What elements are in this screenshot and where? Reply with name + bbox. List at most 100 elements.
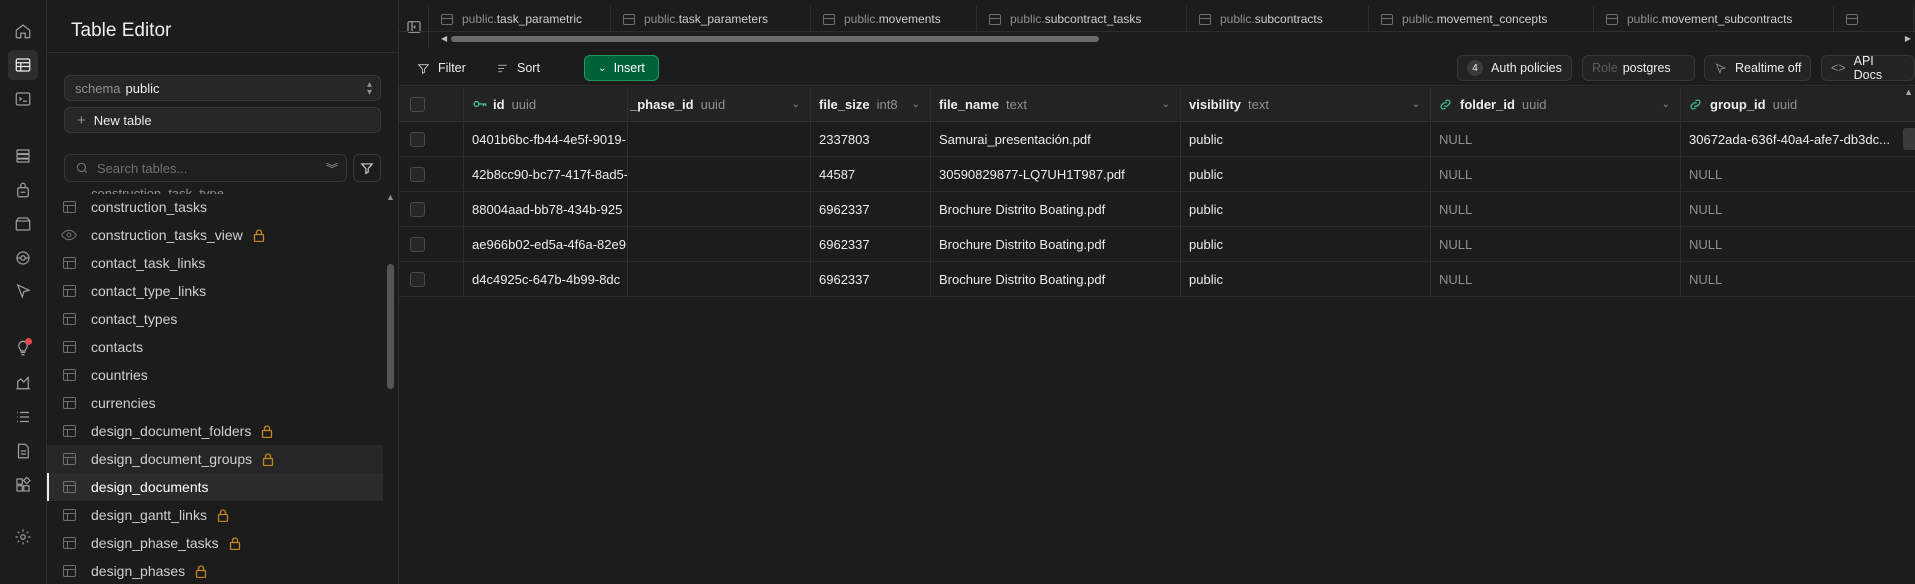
cell-file-name[interactable]: Brochure Distrito Boating.pdf	[931, 262, 1181, 296]
cell-file-size[interactable]: 44587	[811, 157, 931, 191]
table-row[interactable]: d4c4925c-647b-4b99-8dc 6962337 Brochure …	[399, 262, 1915, 297]
cell-visibility[interactable]: public	[1181, 227, 1431, 261]
tab-subcontracts[interactable]: public. subcontracts	[1187, 6, 1369, 32]
table-row[interactable]: 42b8cc90-bc77-417f-8ad5- 44587 305908298…	[399, 157, 1915, 192]
table-list-item[interactable]: design_document_groups	[47, 445, 383, 473]
chevron-down-icon[interactable]: ⌄	[792, 99, 800, 110]
column-header-visibility[interactable]: visibility text ⌄	[1181, 87, 1431, 121]
row-checkbox[interactable]	[410, 236, 425, 252]
tab-movement-concepts[interactable]: public. movement_concepts	[1369, 6, 1594, 32]
cell-group-id[interactable]: NULL	[1681, 227, 1915, 261]
realtime-icon[interactable]	[11, 246, 35, 270]
table-list-item[interactable]: contact_type_links	[47, 277, 383, 305]
cell-phase-id[interactable]	[628, 157, 811, 191]
select-all-checkbox[interactable]	[410, 96, 425, 112]
scroll-left-arrow-icon[interactable]: ◀	[441, 34, 447, 43]
table-list-item[interactable]: countries	[47, 361, 383, 389]
storage-icon[interactable]	[11, 212, 35, 236]
cell-phase-id[interactable]	[628, 122, 811, 156]
chevron-down-icon[interactable]: ⌄	[912, 99, 920, 110]
table-row[interactable]: ae966b02-ed5a-4f6a-82e9 6962337 Brochure…	[399, 227, 1915, 262]
cell-folder-id[interactable]: NULL	[1431, 262, 1681, 296]
integrations-icon[interactable]	[11, 473, 35, 497]
expand-handle[interactable]	[1903, 128, 1915, 150]
chevron-down-icon[interactable]: ⌄	[1162, 99, 1170, 110]
table-editor-icon[interactable]	[8, 50, 38, 80]
cell-folder-id[interactable]: NULL	[1431, 157, 1681, 191]
scroll-right-arrow-icon[interactable]: ▶	[1905, 34, 1911, 43]
table-list-item[interactable]: currencies	[47, 389, 383, 417]
cell-phase-id[interactable]	[628, 227, 811, 261]
schema-selector[interactable]: schema public ▴ ▾	[64, 75, 381, 101]
cell-folder-id[interactable]: NULL	[1431, 227, 1681, 261]
cell-group-id[interactable]: NULL	[1681, 192, 1915, 226]
row-checkbox[interactable]	[410, 271, 425, 287]
cell-id[interactable]: 88004aad-bb78-434b-925	[464, 192, 628, 226]
cell-group-id[interactable]: NULL	[1681, 157, 1915, 191]
edge-functions-icon[interactable]	[11, 279, 35, 303]
cell-visibility[interactable]: public	[1181, 157, 1431, 191]
sort-button[interactable]: Sort	[496, 55, 540, 81]
cell-visibility[interactable]: public	[1181, 262, 1431, 296]
row-checkbox[interactable]	[410, 131, 425, 147]
tab-subcontract-tasks[interactable]: public. subcontract_tasks	[977, 6, 1187, 32]
cell-id[interactable]: ae966b02-ed5a-4f6a-82e9	[464, 227, 628, 261]
settings-icon[interactable]	[11, 525, 35, 549]
auth-policies-button[interactable]: 4 Auth policies	[1457, 55, 1572, 81]
column-header-phase-id[interactable]: _phase_id uuid ⌄	[628, 87, 811, 121]
cell-folder-id[interactable]: NULL	[1431, 122, 1681, 156]
tab-overflow[interactable]	[1834, 6, 1914, 32]
database-icon[interactable]	[11, 144, 35, 168]
insert-button[interactable]: ⌄ Insert	[584, 55, 659, 81]
filter-tables-button[interactable]	[353, 154, 381, 182]
table-row[interactable]: 0401b6bc-fb44-4e5f-9019- 2337803 Samurai…	[399, 122, 1915, 157]
table-list-item[interactable]: design_gantt_links	[47, 501, 383, 529]
tab-movement-subcontracts[interactable]: public. movement_subcontracts	[1594, 6, 1834, 32]
row-checkbox[interactable]	[410, 201, 425, 217]
api-docs-button[interactable]: <> API Docs	[1821, 54, 1915, 82]
cell-file-name[interactable]: 30590829877-LQ7UH1T987.pdf	[931, 157, 1181, 191]
logs-icon[interactable]	[11, 405, 35, 429]
table-list-item[interactable]: contacts	[47, 333, 383, 361]
sidebar-scrollbar[interactable]: ▲	[385, 192, 395, 584]
cell-id[interactable]: d4c4925c-647b-4b99-8dc	[464, 262, 628, 296]
column-header-file-size[interactable]: file_size int8 ⌄	[811, 87, 931, 121]
table-list-item[interactable]: contact_types	[47, 305, 383, 333]
collapse-chevrons-icon[interactable]: ︾	[326, 160, 338, 177]
row-checkbox[interactable]	[410, 166, 425, 182]
cell-visibility[interactable]: public	[1181, 122, 1431, 156]
new-table-button[interactable]: + New table	[64, 107, 381, 133]
cell-file-name[interactable]: Samurai_presentación.pdf	[931, 122, 1181, 156]
cell-group-id[interactable]: 30672ada-636f-40a4-afe7-db3dc...	[1681, 122, 1915, 156]
scrollbar-thumb[interactable]	[387, 264, 394, 389]
realtime-button[interactable]: Realtime off	[1704, 55, 1812, 81]
scrollbar-thumb[interactable]	[451, 36, 1099, 42]
tab-task-parameters[interactable]: public. task_parameters	[611, 6, 811, 32]
reports-icon[interactable]	[11, 370, 35, 394]
column-header-file-name[interactable]: file_name text ⌄	[931, 87, 1181, 121]
table-list-item[interactable]: contact_task_links	[47, 249, 383, 277]
role-selector[interactable]: Role postgres	[1582, 55, 1695, 81]
cell-file-size[interactable]: 6962337	[811, 227, 931, 261]
cell-id[interactable]: 0401b6bc-fb44-4e5f-9019-	[464, 122, 628, 156]
filter-button[interactable]: Filter	[417, 55, 466, 81]
column-header-id[interactable]: id uuid	[464, 87, 628, 121]
cell-id[interactable]: 42b8cc90-bc77-417f-8ad5-	[464, 157, 628, 191]
cell-file-size[interactable]: 2337803	[811, 122, 931, 156]
sql-editor-icon[interactable]	[11, 87, 35, 111]
cell-file-name[interactable]: Brochure Distrito Boating.pdf	[931, 192, 1181, 226]
auth-icon[interactable]	[11, 178, 35, 202]
tab-task-parametric[interactable]: public. task_parametric	[429, 6, 611, 32]
scroll-up-arrow-icon[interactable]: ▲	[1904, 87, 1913, 97]
tab-movements[interactable]: public. movements	[811, 6, 977, 32]
table-list-item-active[interactable]: design_documents	[47, 473, 383, 501]
cell-file-size[interactable]: 6962337	[811, 192, 931, 226]
cell-file-name[interactable]: Brochure Distrito Boating.pdf	[931, 227, 1181, 261]
chevron-down-icon[interactable]: ⌄	[1662, 99, 1670, 110]
cell-visibility[interactable]: public	[1181, 192, 1431, 226]
cell-group-id[interactable]: NULL	[1681, 262, 1915, 296]
table-list-item[interactable]: design_phases	[47, 557, 383, 584]
table-list-item[interactable]: construction_tasks	[47, 193, 383, 221]
api-docs-icon[interactable]	[11, 439, 35, 463]
table-list-item[interactable]: design_phase_tasks	[47, 529, 383, 557]
